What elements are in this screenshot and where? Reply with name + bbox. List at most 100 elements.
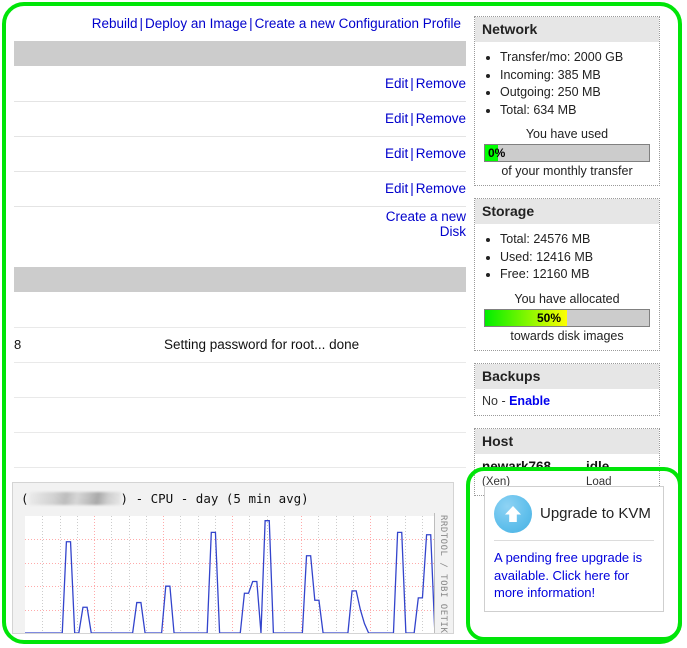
table-spacer <box>14 241 466 267</box>
table-row <box>14 292 466 327</box>
table-row: Create a new Disk <box>14 206 466 241</box>
job-id-cell <box>14 397 164 432</box>
remove-link[interactable]: Remove <box>416 146 466 161</box>
kvm-promo-title: Upgrade to KVM <box>540 506 651 523</box>
network-panel-title: Network <box>475 17 659 42</box>
kvm-promo-header: Upgrade to KVM <box>494 495 654 541</box>
backups-panel-body: No - Enable <box>475 389 659 415</box>
jobs-table-header <box>14 267 466 292</box>
disk-name-cell <box>14 136 385 171</box>
network-stats-list: Transfer/mo: 2000 GB Incoming: 385 MB Ou… <box>482 49 652 118</box>
enable-backups-link[interactable]: Enable <box>509 394 550 408</box>
table-row: Edit|Remove <box>14 171 466 206</box>
table-row: 8 Setting password for root... done <box>14 327 466 362</box>
network-usage-meter: 0% <box>484 144 650 162</box>
disk-actions-cell: Edit|Remove <box>385 66 466 101</box>
disk-actions-cell: Edit|Remove <box>385 171 466 206</box>
link-separator: | <box>408 181 416 196</box>
list-item: Used: 12416 MB <box>500 249 652 266</box>
backups-status-line: No - Enable <box>482 394 652 408</box>
network-meter-caption-top: You have used <box>482 127 652 141</box>
cpu-graph-title: ( ) - CPU - day (5 min avg) <box>21 491 309 506</box>
table-row <box>14 397 466 432</box>
job-id-cell <box>14 362 164 397</box>
cpu-graph: ( ) - CPU - day (5 min avg) RRDTOOL / TOB… <box>12 482 454 634</box>
page-root: Rebuild|Deploy an Image|Create a new Con… <box>0 0 687 648</box>
table-row: Edit|Remove <box>14 101 466 136</box>
disk-name-cell <box>14 66 385 101</box>
storage-meter-caption-top: You have allocated <box>482 292 652 306</box>
disks-table: Edit|Remove Edit|Remove Edit|Remove Edit… <box>14 41 466 241</box>
edit-link[interactable]: Edit <box>385 146 408 161</box>
edit-link[interactable]: Edit <box>385 111 408 126</box>
storage-stats-list: Total: 24576 MB Used: 12416 MB Free: 121… <box>482 231 652 283</box>
disk-actions-cell: Edit|Remove <box>385 101 466 136</box>
storage-allocation-meter: 50% <box>484 309 650 327</box>
storage-meter-caption-bottom: towards disk images <box>482 329 652 343</box>
disk-actions-cell: Edit|Remove <box>385 136 466 171</box>
job-message-cell <box>164 292 466 327</box>
list-item: Outgoing: 250 MB <box>500 84 652 101</box>
kvm-promo-body[interactable]: A pending free upgrade is available. Cli… <box>494 549 654 602</box>
network-meter-caption-bottom: of your monthly transfer <box>482 164 652 178</box>
cpu-graph-plot <box>25 516 439 633</box>
table-row <box>14 362 466 397</box>
create-new-disk-link[interactable]: Create a new Disk <box>386 209 466 239</box>
remove-link[interactable]: Remove <box>416 76 466 91</box>
rrdtool-watermark-text: RRDTOOL / TOBI OETIKER <box>438 515 448 634</box>
remove-link[interactable]: Remove <box>416 181 466 196</box>
create-configuration-profile-link[interactable]: Create a new Configuration Profile <box>255 16 461 31</box>
network-meter-value: 0% <box>485 145 505 161</box>
edit-link[interactable]: Edit <box>385 181 408 196</box>
deploy-an-image-link[interactable]: Deploy an Image <box>145 16 247 31</box>
edit-link[interactable]: Edit <box>385 76 408 91</box>
table-row: Edit|Remove <box>14 136 466 171</box>
network-panel-body: Transfer/mo: 2000 GB Incoming: 385 MB Ou… <box>475 42 659 185</box>
graph-title-prefix: ( <box>21 491 29 506</box>
storage-panel-title: Storage <box>475 199 659 224</box>
remove-link[interactable]: Remove <box>416 111 466 126</box>
jobs-header-cell <box>14 267 466 292</box>
host-name-column: newark768 (Xen) <box>482 459 586 488</box>
link-separator: | <box>408 146 416 161</box>
disk-name-cell <box>14 171 385 206</box>
upgrade-to-kvm-promo[interactable]: Upgrade to KVM A pending free upgrade is… <box>484 486 664 612</box>
host-panel-title: Host <box>475 429 659 454</box>
job-message-cell <box>164 432 466 467</box>
disks-table-header <box>14 41 466 66</box>
list-item: Total: 634 MB <box>500 102 652 119</box>
job-id-cell <box>14 432 164 467</box>
storage-panel-body: Total: 24576 MB Used: 12416 MB Free: 121… <box>475 224 659 350</box>
redacted-hostname <box>29 492 121 505</box>
list-item: Free: 12160 MB <box>500 266 652 283</box>
link-separator: | <box>247 16 255 31</box>
job-message-cell <box>164 362 466 397</box>
backups-status-text: No - <box>482 394 509 408</box>
table-row <box>14 432 466 467</box>
job-id-cell: 8 <box>14 327 164 362</box>
list-item: Total: 24576 MB <box>500 231 652 248</box>
link-separator: | <box>408 76 416 91</box>
host-state: idle <box>586 459 652 474</box>
sidebar: Network Transfer/mo: 2000 GB Incoming: 3… <box>474 16 660 508</box>
graph-title-suffix: ) - CPU - day (5 min avg) <box>121 491 309 506</box>
top-action-links: Rebuild|Deploy an Image|Create a new Con… <box>14 10 466 41</box>
up-arrow-icon <box>494 495 532 533</box>
network-panel: Network Transfer/mo: 2000 GB Incoming: 3… <box>474 16 660 186</box>
rebuild-link[interactable]: Rebuild <box>92 16 138 31</box>
host-state-column: idle Load <box>586 459 652 488</box>
job-id-cell <box>14 292 164 327</box>
list-item: Transfer/mo: 2000 GB <box>500 49 652 66</box>
backups-panel: Backups No - Enable <box>474 363 660 416</box>
storage-meter-value: 50% <box>485 310 567 326</box>
backups-panel-title: Backups <box>475 364 659 389</box>
list-item: Incoming: 385 MB <box>500 67 652 84</box>
main-content: Rebuild|Deploy an Image|Create a new Con… <box>14 10 466 468</box>
table-row: Edit|Remove <box>14 66 466 101</box>
link-separator: | <box>138 16 146 31</box>
storage-panel: Storage Total: 24576 MB Used: 12416 MB F… <box>474 198 660 351</box>
job-message-cell: Setting password for root... done <box>164 327 466 362</box>
jobs-table: 8 Setting password for root... done <box>14 267 466 468</box>
rrdtool-watermark: RRDTOOL / TOBI OETIKER <box>434 513 451 633</box>
disk-name-cell <box>14 101 385 136</box>
